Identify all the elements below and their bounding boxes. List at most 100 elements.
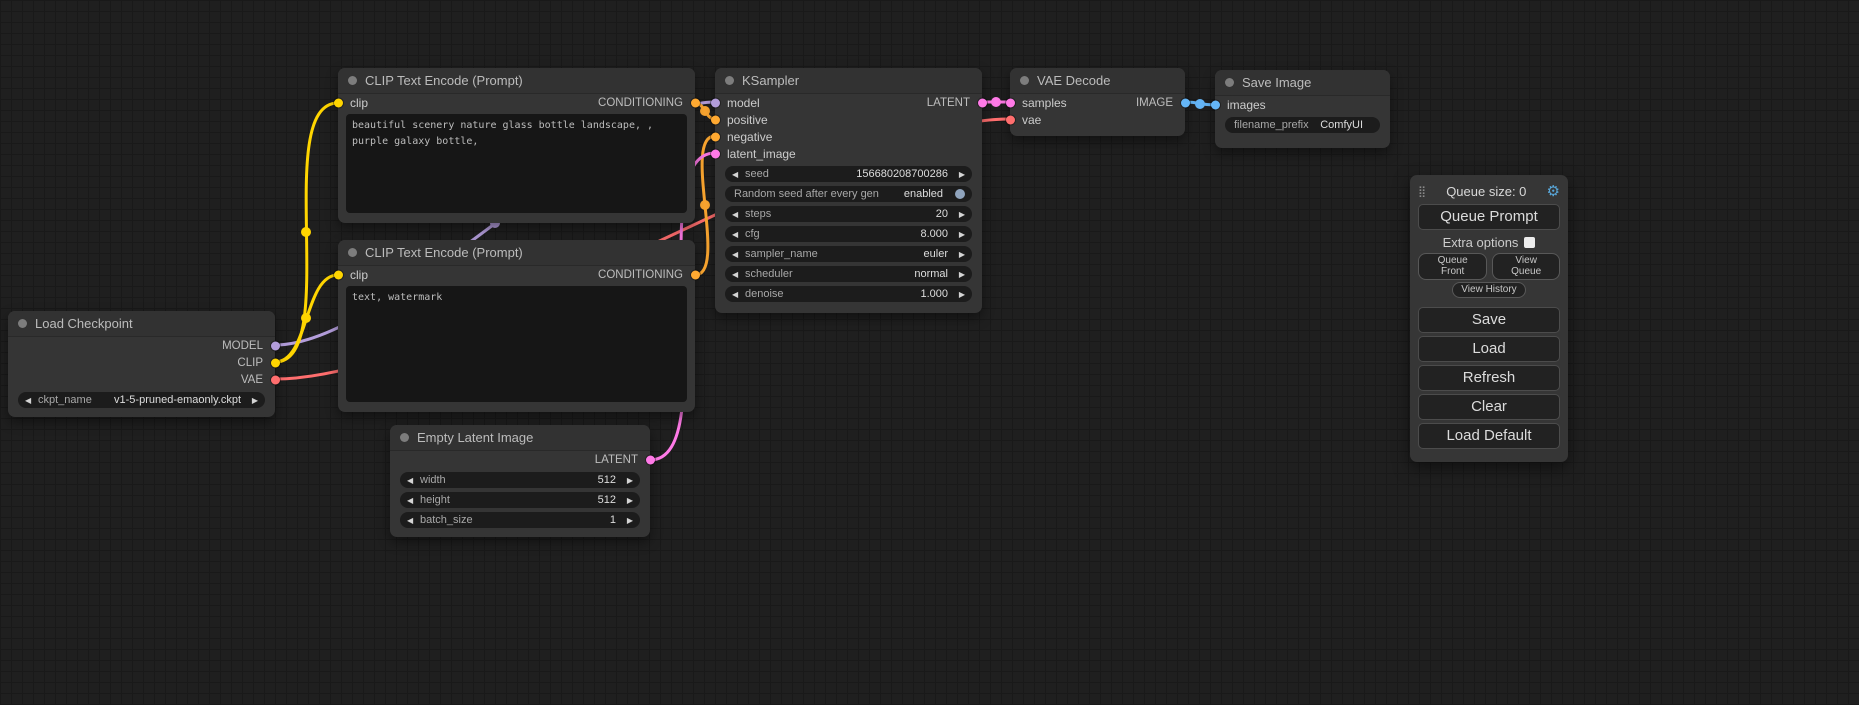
widget-label: filename_prefix [1234,119,1309,131]
clear-button[interactable]: Clear [1418,394,1560,420]
output-label: CONDITIONING [598,269,683,281]
prev-arrow-icon[interactable]: ◀ [407,476,418,485]
samples-input-dot[interactable] [1006,98,1015,107]
view-queue-button[interactable]: View Queue [1492,253,1560,280]
prev-arrow-icon[interactable]: ◀ [407,516,418,525]
next-arrow-icon[interactable]: ▶ [622,516,633,525]
prev-arrow-icon[interactable]: ◀ [732,230,743,239]
steps-widget[interactable]: ◀ steps 20 ▶ [725,206,972,222]
latent-output-dot[interactable] [978,98,987,107]
prev-arrow-icon[interactable]: ◀ [407,496,418,505]
clip-input-dot[interactable] [334,270,343,279]
node-title-bar[interactable]: Empty Latent Image [390,425,650,451]
latent-output-dot[interactable] [646,455,655,464]
width-widget[interactable]: ◀ width 512 ▶ [400,472,640,488]
node-title-bar[interactable]: VAE Decode [1010,68,1185,94]
scheduler-widget[interactable]: ◀ scheduler normal ▶ [725,266,972,282]
height-widget[interactable]: ◀ height 512 ▶ [400,492,640,508]
filename-prefix-widget[interactable]: filename_prefix ComfyUI [1225,117,1380,133]
node-clip-text-encode-positive[interactable]: CLIP Text Encode (Prompt) clip CONDITION… [338,68,695,223]
collapse-icon[interactable] [400,433,409,442]
prev-arrow-icon[interactable]: ◀ [25,396,36,405]
seed-widget[interactable]: ◀ seed 156680208700286 ▶ [725,166,972,182]
input-label: clip [350,268,368,282]
sampler-name-widget[interactable]: ◀ sampler_name euler ▶ [725,246,972,262]
next-arrow-icon[interactable]: ▶ [954,210,965,219]
node-title-bar[interactable]: Save Image [1215,70,1390,96]
next-arrow-icon[interactable]: ▶ [954,170,965,179]
prev-arrow-icon[interactable]: ◀ [732,270,743,279]
clip-output-dot[interactable] [271,358,280,367]
history-buttons-row: View History [1418,282,1560,298]
node-title-bar[interactable]: CLIP Text Encode (Prompt) [338,68,695,94]
denoise-widget[interactable]: ◀ denoise 1.000 ▶ [725,286,972,302]
ckpt-name-widget[interactable]: ◀ ckpt_name v1-5-pruned-emaonly.ckpt ▶ [18,392,265,408]
view-history-button[interactable]: View History [1452,282,1525,298]
images-input-dot[interactable] [1211,100,1220,109]
conditioning-output-dot[interactable] [691,98,700,107]
settings-gear-icon[interactable]: ⚙ [1547,184,1560,199]
node-load-checkpoint[interactable]: Load Checkpoint MODEL CLIP VAE ◀ ckpt_na… [8,311,275,417]
queue-front-button[interactable]: Queue Front [1418,253,1487,280]
clip-input-dot[interactable] [334,98,343,107]
load-button[interactable]: Load [1418,336,1560,362]
node-title-bar[interactable]: Load Checkpoint [8,311,275,337]
node-vae-decode[interactable]: VAE Decode samples IMAGE vae [1010,68,1185,136]
widget-label: batch_size [420,514,473,526]
collapse-icon[interactable] [1020,76,1029,85]
node-title-bar[interactable]: KSampler [715,68,982,94]
widget-label: sampler_name [745,248,818,260]
batch-size-widget[interactable]: ◀ batch_size 1 ▶ [400,512,640,528]
vae-input-dot[interactable] [1006,115,1015,124]
extra-options-checkbox[interactable] [1524,237,1535,248]
collapse-icon[interactable] [348,76,357,85]
next-arrow-icon[interactable]: ▶ [954,250,965,259]
collapse-icon[interactable] [1225,78,1234,87]
negative-input-dot[interactable] [711,132,720,141]
next-arrow-icon[interactable]: ▶ [954,230,965,239]
prev-arrow-icon[interactable]: ◀ [732,210,743,219]
prev-arrow-icon[interactable]: ◀ [732,250,743,259]
next-arrow-icon[interactable]: ▶ [622,476,633,485]
node-empty-latent-image[interactable]: Empty Latent Image LATENT ◀ width 512 ▶ … [390,425,650,537]
next-arrow-icon[interactable]: ▶ [954,270,965,279]
collapse-icon[interactable] [725,76,734,85]
random-seed-toggle-widget[interactable]: Random seed after every gen enabled [725,186,972,202]
widget-label: ckpt_name [38,394,92,406]
node-title-bar[interactable]: CLIP Text Encode (Prompt) [338,240,695,266]
positive-input-dot[interactable] [711,115,720,124]
node-title-label: Load Checkpoint [35,316,133,331]
next-arrow-icon[interactable]: ▶ [247,396,258,405]
cfg-widget[interactable]: ◀ cfg 8.000 ▶ [725,226,972,242]
image-output-dot[interactable] [1181,98,1190,107]
wire-clip-negative [275,275,338,362]
node-clip-text-encode-negative[interactable]: CLIP Text Encode (Prompt) clip CONDITION… [338,240,695,412]
slot-row: latent_image [715,145,982,162]
node-graph-canvas[interactable]: Load Checkpoint MODEL CLIP VAE ◀ ckpt_na… [0,0,1859,705]
negative-prompt-textarea[interactable]: text, watermark [346,286,687,402]
prev-arrow-icon[interactable]: ◀ [732,290,743,299]
positive-prompt-textarea[interactable]: beautiful scenery nature glass bottle la… [346,114,687,213]
output-slot-row: MODEL [8,337,275,354]
next-arrow-icon[interactable]: ▶ [954,290,965,299]
model-output-dot[interactable] [271,341,280,350]
node-save-image[interactable]: Save Image images filename_prefix ComfyU… [1215,70,1390,148]
save-button[interactable]: Save [1418,307,1560,333]
wire-midpoint-dot [991,97,1001,107]
node-ksampler[interactable]: KSampler model LATENT positive negative … [715,68,982,313]
toggle-dot-icon[interactable] [955,189,965,199]
next-arrow-icon[interactable]: ▶ [622,496,633,505]
queue-buttons-row: Queue Front View Queue [1418,253,1560,280]
vae-output-dot[interactable] [271,375,280,384]
refresh-button[interactable]: Refresh [1418,365,1560,391]
latent-image-input-dot[interactable] [711,149,720,158]
queue-prompt-button[interactable]: Queue Prompt [1418,204,1560,230]
collapse-icon[interactable] [348,248,357,257]
conditioning-output-dot[interactable] [691,270,700,279]
model-input-dot[interactable] [711,98,720,107]
collapse-icon[interactable] [18,319,27,328]
extra-options-label: Extra options [1443,235,1519,250]
load-default-button[interactable]: Load Default [1418,423,1560,449]
drag-handle-icon[interactable]: ⣿ [1418,185,1426,198]
prev-arrow-icon[interactable]: ◀ [732,170,743,179]
